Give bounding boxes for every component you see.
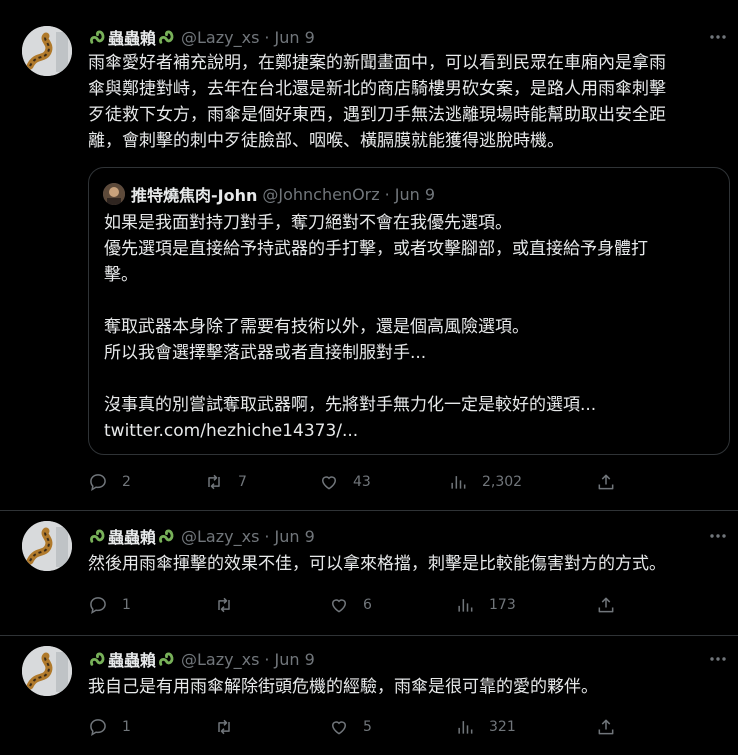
retweet-icon bbox=[218, 719, 230, 735]
snake-emoji-icon bbox=[90, 529, 105, 543]
reply-count: 1 bbox=[122, 597, 131, 613]
views-button[interactable]: 2,302 bbox=[448, 471, 522, 493]
like-icon bbox=[321, 476, 337, 490]
reply-count: 2 bbox=[122, 474, 131, 490]
share-icon[interactable] bbox=[596, 471, 616, 493]
views-icon bbox=[451, 476, 466, 489]
quote-display-name: 推特燒焦肉-John bbox=[131, 186, 258, 205]
snake-emoji-icon bbox=[90, 30, 105, 44]
tweet-header: 蟲蟲賴 @Lazy_xs · Jun 9 bbox=[88, 648, 315, 670]
retweet-button[interactable] bbox=[214, 716, 234, 738]
like-button[interactable]: 5 bbox=[329, 716, 372, 738]
quote-header: 推特燒焦肉-John @JohnchenOrz · Jun 9 bbox=[103, 182, 435, 206]
avatar[interactable] bbox=[22, 26, 72, 76]
avatar[interactable] bbox=[22, 646, 72, 696]
snake-emoji-icon bbox=[159, 652, 174, 666]
reply-button[interactable]: 2 bbox=[88, 471, 131, 493]
quote-text: 如果是我面對持刀對手，奪刀絕對不會在我優先選項。 優先選項是直接給予持武器的手打… bbox=[104, 213, 648, 441]
display-name[interactable]: 蟲蟲賴 bbox=[108, 25, 156, 49]
action-bar: 1 5 321 bbox=[88, 716, 728, 738]
views-icon bbox=[458, 599, 473, 612]
views-count: 2,302 bbox=[482, 474, 523, 490]
views-count: 321 bbox=[489, 719, 516, 735]
retweet-icon bbox=[208, 474, 220, 490]
like-button[interactable]: 43 bbox=[319, 471, 371, 493]
tweet[interactable]: 蟲蟲賴 @Lazy_xs · Jun 9 我自己是有用雨傘解除街頭危機的經驗，雨… bbox=[0, 635, 738, 755]
timestamp[interactable]: Jun 9 bbox=[275, 28, 315, 47]
avatar[interactable] bbox=[22, 521, 72, 571]
reply-icon bbox=[90, 597, 106, 615]
snake-emoji-icon bbox=[159, 529, 174, 543]
retweet-count: 7 bbox=[238, 474, 247, 490]
like-count: 5 bbox=[363, 719, 372, 735]
like-icon bbox=[331, 599, 347, 613]
reply-button[interactable]: 1 bbox=[88, 594, 131, 616]
quote-timestamp: Jun 9 bbox=[394, 184, 436, 204]
separator-dot: · bbox=[264, 526, 270, 546]
views-button[interactable]: 173 bbox=[455, 594, 516, 616]
action-bar: 2 7 43 2,302 bbox=[88, 471, 728, 493]
retweet-button[interactable]: 7 bbox=[204, 471, 247, 493]
more-icon[interactable] bbox=[708, 649, 728, 669]
reply-count: 1 bbox=[122, 719, 131, 735]
tweet-text: 雨傘愛好者補充說明，在鄭捷案的新聞畫面中，可以看到民眾在車廂內是拿雨 傘與鄭捷對… bbox=[88, 53, 666, 151]
display-name[interactable]: 蟲蟲賴 bbox=[108, 524, 156, 548]
more-icon[interactable] bbox=[708, 526, 728, 546]
views-icon bbox=[458, 721, 473, 734]
reply-icon bbox=[90, 474, 106, 492]
tweet-header: 蟲蟲賴 @Lazy_xs · Jun 9 bbox=[88, 26, 315, 48]
tweet[interactable]: 蟲蟲賴 @Lazy_xs · Jun 9 雨傘愛好者補充說明，在鄭捷案的新聞畫面… bbox=[0, 0, 738, 510]
retweet-icon bbox=[218, 597, 230, 613]
quote-handle: @JohnchenOrz bbox=[262, 184, 380, 204]
snake-emoji-icon bbox=[159, 30, 174, 44]
share-icon[interactable] bbox=[596, 716, 616, 738]
views-count: 173 bbox=[489, 597, 516, 613]
reply-icon bbox=[90, 719, 106, 737]
timestamp[interactable]: Jun 9 bbox=[275, 527, 315, 546]
separator-dot: · bbox=[264, 649, 270, 669]
like-icon bbox=[331, 721, 347, 735]
snake-emoji-icon bbox=[90, 652, 105, 666]
like-button[interactable]: 6 bbox=[329, 594, 372, 616]
handle[interactable]: @Lazy_xs bbox=[181, 28, 259, 47]
tweet-header: 蟲蟲賴 @Lazy_xs · Jun 9 bbox=[88, 525, 315, 547]
separator-dot: · bbox=[264, 27, 270, 47]
share-icon[interactable] bbox=[596, 594, 616, 616]
tweet-text: 我自己是有用雨傘解除街頭危機的經驗，雨傘是很可靠的愛的夥伴。 bbox=[88, 677, 598, 697]
tweet-text: 然後用雨傘揮擊的效果不佳，可以拿來格擋，刺擊是比較能傷害對方的方式。 bbox=[88, 554, 666, 574]
quote-avatar bbox=[103, 183, 125, 205]
quote-tweet[interactable]: 推特燒焦肉-John @JohnchenOrz · Jun 9 如果是我面對持刀… bbox=[88, 167, 730, 455]
reply-button[interactable]: 1 bbox=[88, 716, 131, 738]
display-name[interactable]: 蟲蟲賴 bbox=[108, 647, 156, 671]
views-button[interactable]: 321 bbox=[455, 716, 516, 738]
timestamp[interactable]: Jun 9 bbox=[275, 650, 315, 669]
more-icon[interactable] bbox=[708, 27, 728, 47]
like-count: 6 bbox=[363, 597, 372, 613]
retweet-button[interactable] bbox=[214, 594, 234, 616]
handle[interactable]: @Lazy_xs bbox=[181, 527, 259, 546]
like-count: 43 bbox=[353, 474, 371, 490]
action-bar: 1 6 173 bbox=[88, 594, 728, 616]
separator-dot: · bbox=[384, 184, 390, 204]
handle[interactable]: @Lazy_xs bbox=[181, 650, 259, 669]
tweet[interactable]: 蟲蟲賴 @Lazy_xs · Jun 9 然後用雨傘揮擊的效果不佳，可以拿來格擋… bbox=[0, 510, 738, 636]
